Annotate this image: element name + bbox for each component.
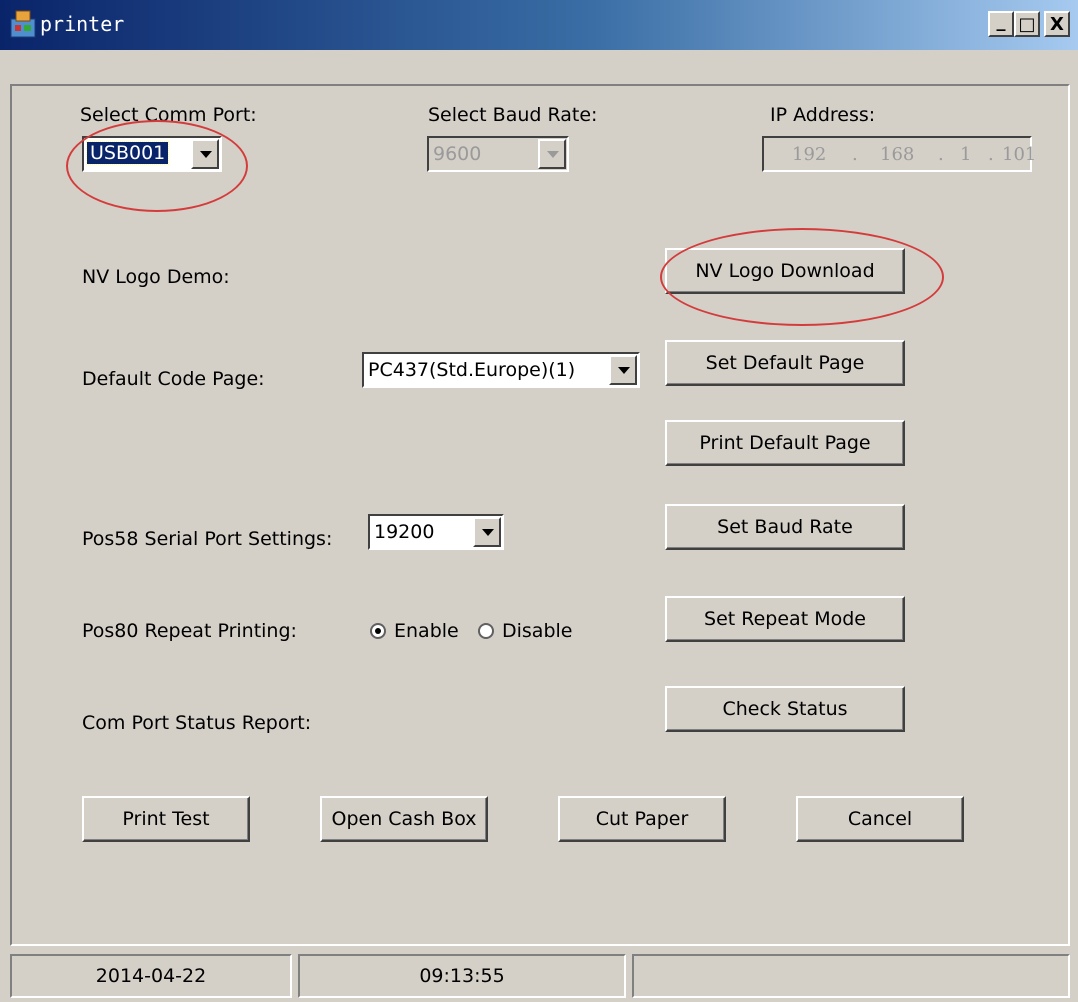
- ip-dot: .: [852, 144, 858, 165]
- pos80-label: Pos80 Repeat Printing:: [82, 620, 297, 642]
- minimize-button[interactable]: _: [988, 11, 1014, 37]
- set-repeat-mode-button[interactable]: Set Repeat Mode: [665, 596, 905, 642]
- pos58-baud-value: 19200: [374, 521, 435, 543]
- print-default-page-button[interactable]: Print Default Page: [665, 420, 905, 466]
- ip-octet-1: 192: [792, 144, 827, 165]
- code-page-value: PC437(Std.Europe)(1): [368, 359, 576, 381]
- minimize-icon: _: [996, 10, 1006, 32]
- check-status-button[interactable]: Check Status: [665, 686, 905, 732]
- status-report-label: Com Port Status Report:: [82, 712, 312, 734]
- radio-checked-icon: [370, 623, 386, 639]
- maximize-icon: □: [1018, 13, 1036, 35]
- pos58-baud-select[interactable]: 19200: [368, 514, 504, 550]
- comm-port-value: USB001: [85, 141, 170, 165]
- title-bar[interactable]: printer _ □ X: [0, 0, 1078, 50]
- radio-unchecked-icon: [478, 623, 494, 639]
- enable-radio[interactable]: Enable: [370, 620, 459, 642]
- open-cash-box-button[interactable]: Open Cash Box: [320, 796, 488, 842]
- chevron-down-icon[interactable]: [538, 139, 566, 169]
- window-title: printer: [40, 12, 125, 36]
- comm-port-label: Select Comm Port:: [80, 104, 257, 126]
- set-baud-rate-button[interactable]: Set Baud Rate: [665, 504, 905, 550]
- status-time: 09:13:55: [298, 954, 626, 998]
- ip-dot: .: [938, 144, 944, 165]
- print-test-button[interactable]: Print Test: [82, 796, 250, 842]
- close-button[interactable]: X: [1044, 11, 1070, 37]
- code-page-select[interactable]: PC437(Std.Europe)(1): [362, 352, 640, 388]
- pos58-label: Pos58 Serial Port Settings:: [82, 528, 333, 550]
- ip-octet-2: 168: [880, 144, 915, 165]
- baud-rate-label: Select Baud Rate:: [428, 104, 598, 126]
- chevron-down-icon[interactable]: [473, 517, 501, 547]
- close-icon: X: [1050, 13, 1064, 35]
- status-extra: [632, 954, 1070, 998]
- comm-port-select[interactable]: USB001: [82, 136, 222, 172]
- ip-octet-3: 1: [960, 144, 972, 165]
- enable-radio-label: Enable: [394, 620, 459, 642]
- chevron-down-icon[interactable]: [191, 139, 219, 169]
- nv-logo-download-button[interactable]: NV Logo Download: [665, 248, 905, 294]
- cut-paper-button[interactable]: Cut Paper: [558, 796, 726, 842]
- ip-address-label: IP Address:: [770, 104, 876, 126]
- status-date: 2014-04-22: [10, 954, 292, 998]
- disable-radio-label: Disable: [502, 620, 573, 642]
- chevron-down-icon[interactable]: [609, 355, 637, 385]
- code-page-label: Default Code Page:: [82, 368, 265, 390]
- disable-radio[interactable]: Disable: [478, 620, 572, 642]
- printer-app-icon: [10, 10, 36, 38]
- maximize-button[interactable]: □: [1014, 11, 1040, 37]
- set-default-page-button[interactable]: Set Default Page: [665, 340, 905, 386]
- ip-address-field[interactable]: 192 . 168 . 1 . 101: [762, 136, 1036, 172]
- cancel-button[interactable]: Cancel: [796, 796, 964, 842]
- nv-logo-label: NV Logo Demo:: [82, 266, 230, 288]
- baud-rate-select[interactable]: 9600: [427, 136, 569, 172]
- ip-dot: .: [988, 144, 994, 165]
- baud-rate-value: 9600: [433, 143, 482, 165]
- ip-octet-4: 101: [1002, 144, 1037, 165]
